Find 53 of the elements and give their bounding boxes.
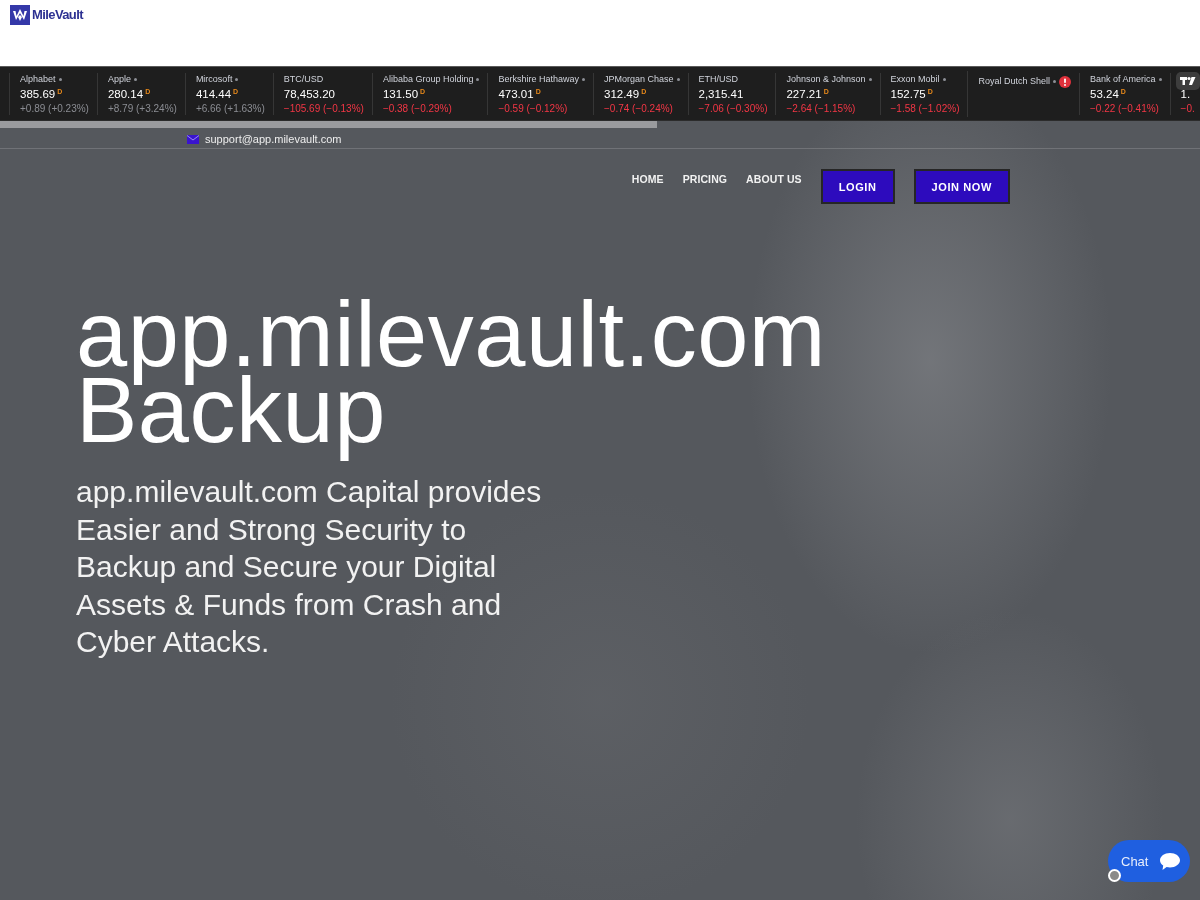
ticker-price: 131.50 xyxy=(382,86,419,102)
ticker-price: 473.01 xyxy=(498,86,534,102)
scroll-bar[interactable] xyxy=(0,121,657,128)
ticker-change: −2.64 (−1.15%) xyxy=(786,101,857,115)
ticker-price: 152.75 xyxy=(890,86,926,102)
ticker-change: −0.22 (−0.41%) xyxy=(1090,101,1160,115)
ticker-name: Exxon Mobil xyxy=(890,73,940,86)
alert-icon xyxy=(1059,75,1071,88)
join-button[interactable]: JOIN NOW xyxy=(913,169,1010,204)
ticker-change: −105.69 (−0.13%) xyxy=(283,101,364,115)
hero-text: app.milevault.com Capital provides Easier and Strong Security to Backup and Secure your Digital Assets & Funds from Crash and Cyber Attacks. xyxy=(76,474,543,660)
ticker-change: +6.66 (+1.63%) xyxy=(195,101,265,115)
ticker-change: −0.59 (−0.12%) xyxy=(498,101,569,115)
ticker-name: JPMorgan Chase xyxy=(604,73,674,86)
chat-button[interactable]: Chat xyxy=(1108,840,1190,882)
logo-icon xyxy=(10,5,30,25)
ticker-name: Berkshire Hathaway xyxy=(498,73,579,86)
ticker-name: Alibaba Group Holding xyxy=(382,73,474,86)
ticker-name: ETH/USD xyxy=(698,73,739,86)
nav-link[interactable]: ABOUT US xyxy=(746,172,802,186)
ticker-price: 2,315.41 xyxy=(698,86,744,102)
ticker-change: −1.58 (−1.02%) xyxy=(890,101,960,115)
ticker-name: Alphabet xyxy=(20,73,56,86)
login-button[interactable]: LOGIN xyxy=(820,169,895,204)
ticker-name: Johnson & Johnson xyxy=(786,73,866,86)
ticker-name: Apple xyxy=(107,73,131,86)
hero-title: app.milevault.com Backup xyxy=(76,282,826,463)
ticker-name: BTC/USD xyxy=(283,73,324,86)
nav-link[interactable]: HOME xyxy=(631,172,664,186)
envelope-icon xyxy=(187,134,199,144)
ticker-name: Bank of America xyxy=(1090,73,1156,86)
logo-icon[interactable] xyxy=(1176,72,1200,90)
ticker-change: −7.06 (−0.30%) xyxy=(698,101,768,115)
circle-icon xyxy=(1108,869,1121,882)
ticker-price: 414.44 xyxy=(195,86,232,102)
ticker-change: +0.89 (+0.23%) xyxy=(20,101,89,115)
ticker-price: 280.14 xyxy=(107,86,144,102)
ticker-price: 385.69 xyxy=(20,86,56,102)
logo-text: MileVault xyxy=(32,6,83,24)
ticker-name: Mircosoft xyxy=(195,73,233,86)
ticker-price: 78,453.20 xyxy=(283,86,335,102)
speech-bubble-icon xyxy=(1160,852,1180,870)
ticker-price: 53.24 xyxy=(1090,86,1119,102)
ticker-price: 227.21 xyxy=(786,86,822,102)
ticker-change: +8.79 (+3.24%) xyxy=(107,101,177,115)
email-address: support@app.milevault.com xyxy=(205,133,342,145)
ticker-price: 1. xyxy=(1180,86,1191,102)
ticker-change: −0.38 (−0.29%) xyxy=(382,101,453,115)
ticker-change: −0. xyxy=(1180,101,1196,115)
ticker-price: 312.49 xyxy=(604,86,640,102)
ticker-name: Royal Dutch Shell xyxy=(978,75,1050,88)
ticker-change: −0.74 (−0.24%) xyxy=(604,101,674,115)
nav-link[interactable]: PRICING xyxy=(682,172,728,186)
